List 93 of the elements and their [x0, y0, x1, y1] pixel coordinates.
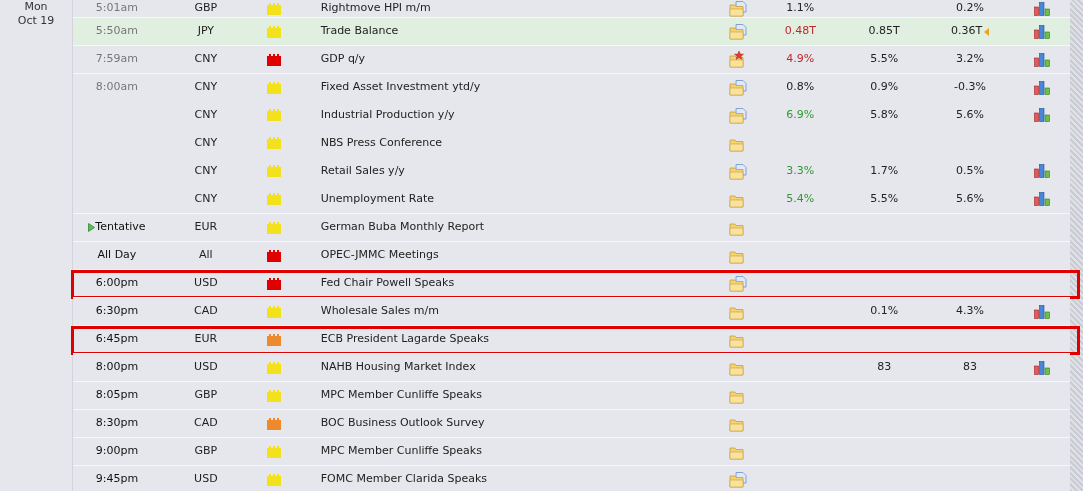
forecast-value: 1.7%: [870, 162, 899, 179]
bar-chart-icon[interactable]: [1034, 360, 1050, 375]
time-cell: 6:30pm: [95, 303, 139, 320]
folder-document-icon[interactable]: [729, 23, 748, 40]
previous-value: 0.36T: [950, 23, 983, 40]
event-name[interactable]: BOC Business Outlook Survey: [320, 416, 485, 430]
time-cell: 7:59am: [95, 51, 139, 68]
forecast-value: 0.1%: [870, 303, 899, 320]
actual-value: 1.1%: [786, 0, 815, 17]
previous-value: 0.5%: [956, 162, 985, 179]
bar-chart-icon[interactable]: [1034, 24, 1050, 39]
event-name[interactable]: Fed Chair Powell Speaks: [320, 276, 455, 290]
folder-document-icon[interactable]: [729, 0, 748, 17]
event-name[interactable]: German Buba Monthly Report: [320, 220, 485, 234]
event-name[interactable]: Trade Balance: [320, 24, 399, 38]
previous-value: 4.3%: [956, 303, 985, 320]
bar-chart-icon[interactable]: [1034, 304, 1050, 319]
currency-cell: GBP: [194, 443, 218, 460]
bar-chart-icon[interactable]: [1034, 164, 1050, 178]
actual-value: 6.9%: [786, 106, 815, 123]
currency-cell-text: CNY: [194, 134, 218, 151]
forecast-value: 5.8%: [870, 106, 899, 123]
folder-document-icon[interactable]: [729, 471, 748, 488]
event-name[interactable]: Fixed Asset Investment ytd/y: [320, 80, 481, 94]
currency-cell-text: CNY: [194, 106, 218, 123]
actual-value: 4.9%: [786, 51, 815, 68]
actual-value: 0.48T: [784, 23, 816, 40]
actual-value: 0.8%: [786, 79, 815, 96]
time-cell: 9:45pm: [95, 471, 139, 488]
currency-cell: USD: [194, 471, 218, 488]
time-cell: Tentative: [95, 219, 146, 236]
event-name[interactable]: GDP q/y: [320, 52, 366, 66]
currency-cell-text: CNY: [194, 190, 218, 207]
time-cell: 9:00pm: [95, 443, 139, 460]
scrollbar-track[interactable]: [1070, 0, 1083, 491]
time-cell: 8:05pm: [95, 387, 139, 404]
time-cell: 8:00pm: [95, 359, 139, 376]
currency-cell: CNY: [194, 79, 218, 96]
forecast-value: 83: [877, 359, 892, 376]
currency-cell: JPY: [197, 23, 215, 40]
forecast-value: 5.5%: [870, 190, 899, 207]
previous-value: 3.2%: [956, 51, 985, 68]
date-label: Oct 19: [17, 14, 55, 28]
time-cell: 8:30pm: [95, 415, 139, 432]
currency-cell: All: [199, 247, 213, 264]
event-name[interactable]: FOMC Member Clarida Speaks: [320, 472, 487, 486]
time-cell: 5:50am: [95, 23, 139, 40]
folder-document-icon[interactable]: [729, 106, 748, 124]
actual-value: 5.4%: [786, 190, 815, 207]
event-name[interactable]: NAHB Housing Market Index: [320, 360, 476, 374]
actual-value: 3.3%: [786, 162, 815, 179]
folder-document-icon[interactable]: [729, 275, 748, 292]
time-cell: 5:01am: [95, 0, 139, 17]
bar-chart-icon[interactable]: [1034, 52, 1050, 67]
event-name[interactable]: MPC Member Cunliffe Speaks: [320, 388, 482, 402]
event-name[interactable]: ECB President Lagarde Speaks: [320, 332, 489, 346]
time-cell: 8:00am: [95, 79, 139, 96]
previous-value: 5.6%: [956, 190, 985, 207]
currency-cell: EUR: [194, 331, 218, 348]
bar-chart-icon[interactable]: [1034, 1, 1050, 16]
previous-value: -0.3%: [954, 79, 987, 96]
event-name[interactable]: MPC Member Cunliffe Speaks: [320, 444, 482, 458]
time-cell: All Day: [97, 247, 137, 264]
time-cell: 6:45pm: [95, 331, 139, 348]
currency-cell: GBP: [194, 0, 218, 17]
currency-cell: CNY: [194, 51, 218, 68]
time-cell: 6:00pm: [95, 275, 139, 292]
event-name[interactable]: OPEC-JMMC Meetings: [320, 248, 439, 262]
currency-cell: CAD: [194, 303, 218, 320]
currency-cell: GBP: [194, 387, 218, 404]
currency-cell: USD: [194, 359, 218, 376]
event-name[interactable]: Retail Sales y/y: [320, 163, 405, 177]
currency-cell: CAD: [194, 415, 218, 432]
currency-cell: EUR: [194, 219, 218, 236]
folder-document-icon[interactable]: [729, 162, 748, 180]
event-name[interactable]: Industrial Production y/y: [320, 107, 455, 121]
forecast-value: 5.5%: [870, 51, 899, 68]
previous-value: 5.6%: [956, 106, 985, 123]
event-name[interactable]: NBS Press Conference: [320, 135, 443, 149]
currency-cell-text: CNY: [194, 162, 218, 179]
bar-chart-icon[interactable]: [1034, 192, 1050, 206]
event-name[interactable]: Rightmove HPI m/m: [320, 1, 431, 15]
weekday-label: Mon: [24, 0, 48, 14]
currency-cell: USD: [194, 275, 218, 292]
forecast-value: 0.9%: [870, 79, 899, 96]
forecast-value: 0.85T: [868, 23, 900, 40]
event-name[interactable]: Wholesale Sales m/m: [320, 304, 439, 318]
folder-document-icon[interactable]: [729, 79, 748, 96]
previous-value: 83: [963, 359, 978, 376]
bar-chart-icon[interactable]: [1034, 80, 1050, 95]
previous-value: 0.2%: [956, 0, 985, 17]
event-name[interactable]: Unemployment Rate: [320, 191, 435, 205]
bar-chart-icon[interactable]: [1034, 108, 1050, 122]
